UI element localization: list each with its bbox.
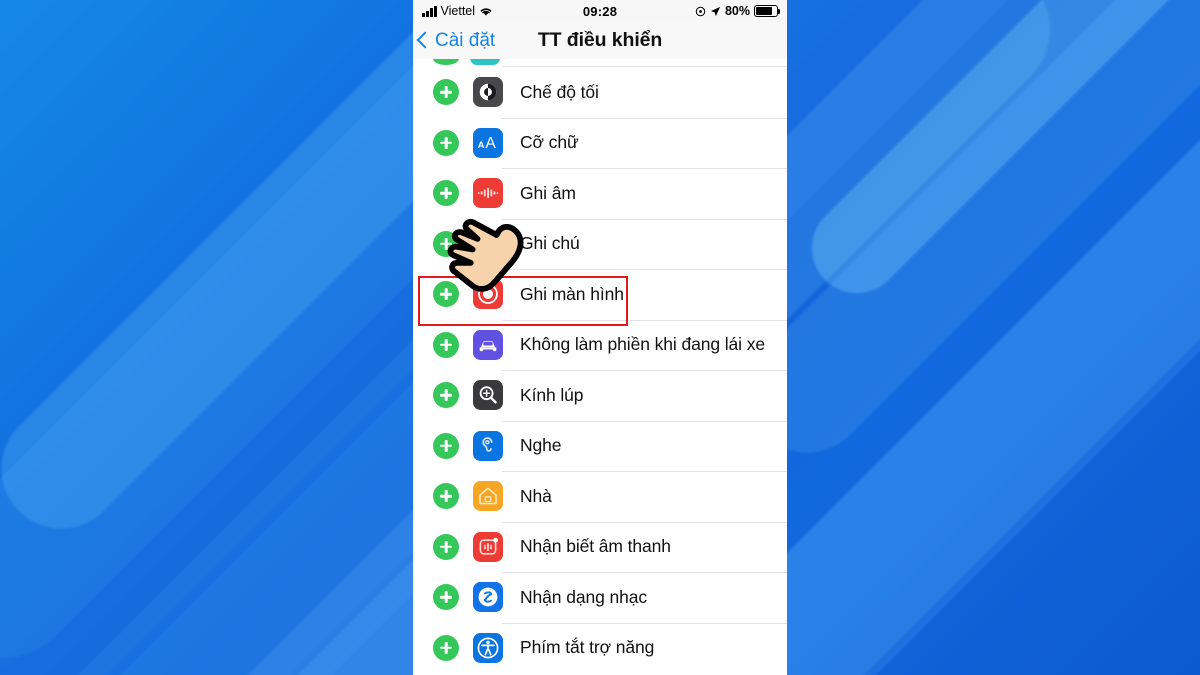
text-size-icon: A A <box>473 127 503 158</box>
list-item-label: Kính lúp <box>520 384 584 405</box>
list-item-label: Cỡ chữ <box>520 132 579 153</box>
app-icon <box>470 59 500 65</box>
navigation-bar: Cài đặt TT điều khiển <box>413 22 787 59</box>
voice-memos-icon <box>473 178 503 209</box>
chevron-left-icon <box>416 31 434 49</box>
list-item-label: Nhà <box>520 485 552 506</box>
add-button[interactable] <box>433 79 459 106</box>
list-item[interactable]: Phím tắt trợ năng <box>413 622 787 674</box>
add-button[interactable] <box>433 533 459 560</box>
add-button[interactable] <box>433 59 459 65</box>
list-item-label: Nghe <box>520 435 562 456</box>
shazam-icon <box>473 582 503 613</box>
wifi-icon <box>479 6 493 17</box>
phone-screen: Viettel 09:28 80% Cài đặt TT điều khiển … <box>413 0 787 675</box>
add-button[interactable] <box>433 483 459 510</box>
list-item-screen-record[interactable]: Ghi màn hình <box>413 269 787 320</box>
battery-percent-label: 80% <box>724 4 750 18</box>
list-item[interactable]: Nghe <box>413 420 787 472</box>
more-controls-list[interactable]: Chế độ tối A A Cỡ chữ Ghi âm Ghi chú Ghi… <box>413 59 787 673</box>
alarm-clock-icon <box>695 6 706 17</box>
list-item[interactable]: Ghi âm <box>413 168 787 219</box>
screen-record-icon <box>473 279 503 310</box>
signal-bars-icon <box>422 5 437 17</box>
add-button[interactable] <box>433 230 459 257</box>
add-button[interactable] <box>433 584 459 611</box>
list-item[interactable]: Nhà <box>413 471 787 522</box>
sound-recognition-icon <box>473 531 503 562</box>
list-item-label: Ghi âm <box>520 182 576 203</box>
screenshot-stage: Viettel 09:28 80% Cài đặt TT điều khiển … <box>0 0 1200 675</box>
do-not-disturb-driving-icon <box>473 329 503 360</box>
status-bar-left: Viettel <box>422 4 493 18</box>
add-button[interactable] <box>433 634 459 661</box>
status-bar: Viettel 09:28 80% <box>413 0 787 22</box>
back-button-label: Cài đặt <box>435 29 496 51</box>
list-item-label: Ghi màn hình <box>520 283 624 304</box>
list-item[interactable]: Kính lúp <box>413 370 787 421</box>
partial-cut-off-row[interactable] <box>413 59 787 67</box>
dark-mode-icon <box>473 77 503 108</box>
back-to-settings-button[interactable]: Cài đặt <box>413 30 495 52</box>
list-item-label: Nhận biết âm thanh <box>520 536 671 557</box>
add-button[interactable] <box>433 382 459 409</box>
add-button[interactable] <box>433 180 459 207</box>
location-arrow-icon <box>710 6 721 17</box>
add-button[interactable] <box>433 281 459 308</box>
list-item[interactable]: Chế độ tối <box>413 67 787 118</box>
notes-icon <box>473 228 503 259</box>
list-item[interactable]: A A Cỡ chữ <box>413 117 787 169</box>
list-item-label: Nhận dạng nhạc <box>520 586 648 607</box>
add-button[interactable] <box>433 432 459 459</box>
svg-text:A: A <box>485 135 496 152</box>
add-button[interactable] <box>433 129 459 156</box>
list-item[interactable]: Nhận dạng nhạc <box>413 572 787 623</box>
list-item[interactable]: Không làm phiền khi đang lái xe <box>413 319 787 371</box>
battery-icon <box>754 5 781 17</box>
magnifier-icon <box>473 380 503 411</box>
list-item-label: Không làm phiền khi đang lái xe <box>520 334 765 355</box>
list-item-label: Chế độ tối <box>520 81 599 102</box>
list-item[interactable]: Ghi chú <box>413 218 787 270</box>
list-item-label: Ghi chú <box>520 233 580 254</box>
list-item-label: Phím tắt trợ năng <box>520 637 655 658</box>
home-app-icon <box>473 481 503 512</box>
add-button[interactable] <box>433 331 459 358</box>
svg-text:A: A <box>478 140 485 151</box>
hearing-ear-icon <box>473 430 503 461</box>
accessibility-icon <box>473 632 503 663</box>
status-bar-right: 80% <box>695 4 781 18</box>
carrier-label: Viettel <box>440 4 476 18</box>
list-item[interactable]: Nhận biết âm thanh <box>413 521 787 573</box>
